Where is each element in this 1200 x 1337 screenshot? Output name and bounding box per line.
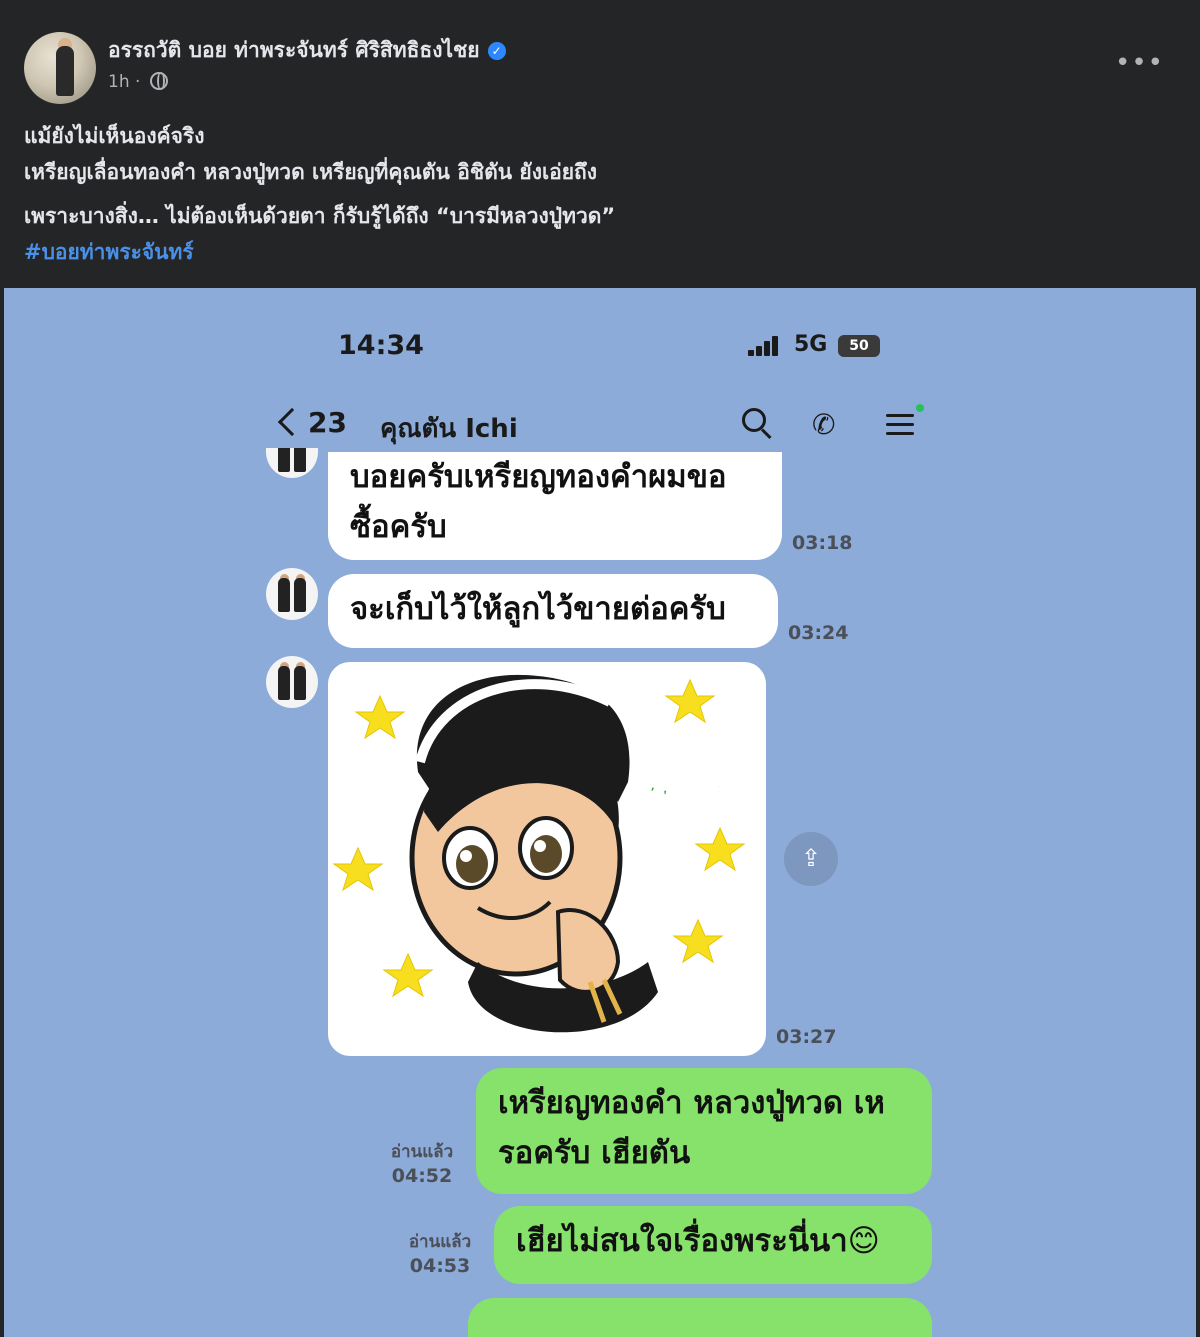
post-header: อรรถวัติ บอย ท่าพระจันทร์ ศิริสิทธิธงไชย… <box>24 28 1174 108</box>
message-time: 04:53 <box>409 1255 471 1277</box>
share-icon[interactable]: ⇪ <box>784 832 838 886</box>
message-time: 04:52 <box>391 1165 453 1187</box>
globe-icon <box>149 72 168 90</box>
read-receipt: อ่านแล้ว 04:53 <box>408 1230 472 1278</box>
more-options-icon[interactable]: ••• <box>1115 48 1164 78</box>
contact-avatar[interactable] <box>266 568 318 620</box>
message-bubble-sent[interactable]: เฮียไม่สนใจเรื่องพระนี่นา😊 <box>494 1206 932 1284</box>
chat-title: คุณตัน Ichi <box>380 414 518 444</box>
search-icon[interactable] <box>742 408 772 440</box>
verified-badge-icon: ✓ <box>487 42 506 60</box>
message-time: 03:24 <box>788 622 849 644</box>
signal-icon <box>748 336 784 356</box>
message-time: 03:18 <box>792 532 853 554</box>
post-body: แม้ยังไม่เห็นองค์จริง เหรียญเลื่อนทองคำ … <box>24 118 1174 270</box>
message-bubble[interactable]: จะเก็บไว้ให้ลูกไว้ขายต่อครับ <box>328 574 778 648</box>
unread-count[interactable]: 23 <box>308 406 347 439</box>
message-bubble[interactable]: บอยครับเหรียญทองคำผมขอ ซื้อครับ <box>328 452 782 560</box>
contact-avatar[interactable] <box>266 448 318 478</box>
notification-dot <box>916 404 924 412</box>
read-receipt: อ่านแล้ว 04:52 <box>390 1140 454 1188</box>
status-time: 14:34 <box>338 330 424 361</box>
author-name-text: อรรถวัติ บอย ท่าพระจันทร์ ศิริสิทธิธงไชย <box>108 38 480 62</box>
read-label: อ่านแล้ว <box>390 1142 454 1162</box>
post-line: เหรียญเลื่อนทองคำ หลวงปู่ทวด เหรียญที่คุ… <box>24 160 598 184</box>
chat-screenshot-image[interactable]: 14:34 5G 50 23 คุณตัน Ichi ✆ บอยครับเหรี… <box>4 288 1196 1337</box>
author-avatar[interactable] <box>24 32 96 104</box>
post-line: แม้ยังไม่เห็นองค์จริง <box>24 124 205 148</box>
post-line: เพราะบางสิ่ง… ไม่ต้องเห็นด้วยตา ก็รับรู้… <box>24 204 616 228</box>
chat-header: 23 คุณตัน Ichi ✆ <box>274 404 934 446</box>
message-text: บอยครับเหรียญทองคำผมขอ ซื้อครับ <box>350 459 727 545</box>
message-text: เหรียญทองคำ หลวงปู่ทวด เห รอครับ เฮียตัน <box>498 1085 885 1171</box>
message-time: 03:27 <box>776 1026 837 1048</box>
author-name[interactable]: อรรถวัติ บอย ท่าพระจันทร์ ศิริสิทธิธงไชย… <box>108 34 506 67</box>
hashtag-link[interactable]: #บอยท่าพระจันทร์ <box>24 234 1174 270</box>
sticker-image[interactable]: พลีส <box>328 662 766 1056</box>
network-type: 5G <box>794 332 828 357</box>
message-bubble-sent[interactable] <box>468 1298 932 1337</box>
message-bubble-sent[interactable]: เหรียญทองคำ หลวงปู่ทวด เห รอครับ เฮียตัน <box>476 1068 932 1194</box>
back-arrow-icon[interactable] <box>277 407 307 437</box>
post-time[interactable]: 1h · <box>108 72 140 92</box>
avatar-figure <box>56 46 74 96</box>
sticker-illustration <box>332 674 746 1033</box>
read-label: อ่านแล้ว <box>408 1232 472 1252</box>
phone-icon[interactable]: ✆ <box>812 408 846 442</box>
menu-icon[interactable] <box>886 404 924 436</box>
facebook-post: อรรถวัติ บอย ท่าพระจันทร์ ศิริสิทธิธงไชย… <box>0 0 1200 1337</box>
post-meta: 1h · <box>108 72 168 92</box>
message-text: จะเก็บไว้ให้ลูกไว้ขายต่อครับ <box>350 591 726 627</box>
battery-icon: 50 <box>838 335 880 357</box>
contact-avatar[interactable] <box>266 656 318 708</box>
message-text: เฮียไม่สนใจเรื่องพระนี่นา😊 <box>516 1223 880 1259</box>
